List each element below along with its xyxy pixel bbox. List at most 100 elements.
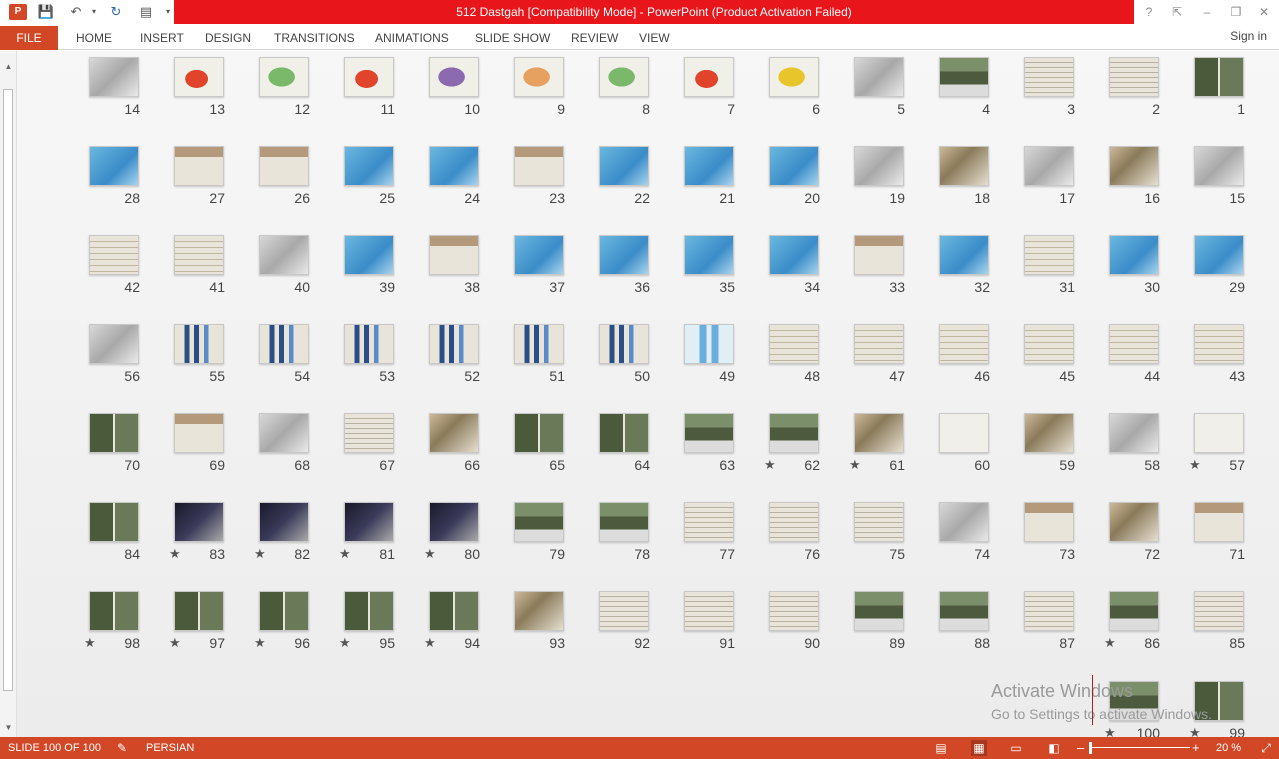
- slide-thumbnail[interactable]: 74: [939, 502, 990, 562]
- slide-thumbnail[interactable]: ★ 94: [424, 591, 480, 651]
- slide-thumbnail[interactable]: ★ 81: [339, 502, 395, 562]
- undo-icon[interactable]: ↶: [66, 3, 86, 21]
- slide-preview[interactable]: [684, 591, 734, 631]
- slide-preview[interactable]: [174, 591, 224, 631]
- slide-preview[interactable]: [854, 57, 904, 97]
- slide-preview[interactable]: [344, 502, 394, 542]
- slide-thumbnail[interactable]: 7: [684, 57, 735, 117]
- slide-preview[interactable]: [344, 591, 394, 631]
- slide-thumbnail[interactable]: 19: [854, 146, 905, 206]
- slide-preview[interactable]: [854, 413, 904, 453]
- slide-thumbnail[interactable]: 49: [684, 324, 735, 384]
- slide-thumbnail[interactable]: 30: [1109, 235, 1160, 295]
- slide-preview[interactable]: [1024, 324, 1074, 364]
- slide-thumbnail[interactable]: ★ 83: [169, 502, 225, 562]
- slide-preview[interactable]: [429, 413, 479, 453]
- slide-thumbnail[interactable]: 17: [1024, 146, 1075, 206]
- slide-preview[interactable]: [89, 235, 139, 275]
- slide-thumbnail[interactable]: 53: [344, 324, 395, 384]
- slide-thumbnail[interactable]: 93: [514, 591, 565, 651]
- fit-slide-icon[interactable]: ⤢: [1258, 740, 1274, 756]
- slide-thumbnail[interactable]: 39: [344, 235, 395, 295]
- animation-star-icon[interactable]: ★: [84, 635, 96, 651]
- slide-thumbnail[interactable]: 46: [939, 324, 990, 384]
- slide-preview[interactable]: [344, 57, 394, 97]
- slide-preview[interactable]: [854, 591, 904, 631]
- slide-preview[interactable]: [939, 324, 989, 364]
- animation-star-icon[interactable]: ★: [254, 546, 266, 562]
- slide-preview[interactable]: [259, 413, 309, 453]
- animation-star-icon[interactable]: ★: [424, 546, 436, 562]
- slide-preview[interactable]: [429, 324, 479, 364]
- slide-thumbnail[interactable]: 21: [684, 146, 735, 206]
- slide-thumbnail[interactable]: 54: [259, 324, 310, 384]
- slide-thumbnail[interactable]: 16: [1109, 146, 1160, 206]
- slide-thumbnail[interactable]: 66: [429, 413, 480, 473]
- slide-thumbnail[interactable]: 72: [1109, 502, 1160, 562]
- slide-thumbnail[interactable]: 36: [599, 235, 650, 295]
- slide-thumbnail[interactable]: 87: [1024, 591, 1075, 651]
- slide-thumbnail[interactable]: 28: [89, 146, 140, 206]
- tab-file[interactable]: FILE: [0, 26, 58, 50]
- slide-preview[interactable]: [684, 502, 734, 542]
- slide-preview[interactable]: [1194, 146, 1244, 186]
- slide-preview[interactable]: [599, 591, 649, 631]
- slide-preview[interactable]: [939, 57, 989, 97]
- zoom-slider-handle[interactable]: [1089, 742, 1092, 754]
- scroll-down-icon[interactable]: ▼: [3, 722, 14, 733]
- slide-preview[interactable]: [769, 235, 819, 275]
- slide-preview[interactable]: [1109, 591, 1159, 631]
- slide-thumbnail[interactable]: 73: [1024, 502, 1075, 562]
- slide-thumbnail[interactable]: 45: [1024, 324, 1075, 384]
- slide-preview[interactable]: [599, 324, 649, 364]
- slide-preview[interactable]: [429, 502, 479, 542]
- slide-preview[interactable]: [1024, 146, 1074, 186]
- close-icon[interactable]: ✕: [1254, 4, 1274, 20]
- slide-thumbnail[interactable]: 52: [429, 324, 480, 384]
- slide-thumbnail[interactable]: 14: [89, 57, 140, 117]
- slide-thumbnail[interactable]: 24: [429, 146, 480, 206]
- repeat-icon[interactable]: ↻: [106, 3, 126, 21]
- slide-thumbnail[interactable]: ★ 80: [424, 502, 480, 562]
- slide-thumbnail[interactable]: 35: [684, 235, 735, 295]
- slide-preview[interactable]: [1194, 324, 1244, 364]
- save-icon[interactable]: 💾: [36, 3, 56, 21]
- animation-star-icon[interactable]: ★: [1104, 725, 1116, 737]
- slide-preview[interactable]: [1024, 591, 1074, 631]
- slide-thumbnail[interactable]: 84: [89, 502, 140, 562]
- slide-preview[interactable]: [259, 324, 309, 364]
- slide-thumbnail[interactable]: 63: [684, 413, 735, 473]
- slide-thumbnail[interactable]: 34: [769, 235, 820, 295]
- slide-thumbnail[interactable]: 10: [429, 57, 480, 117]
- slide-preview[interactable]: [429, 57, 479, 97]
- slide-thumbnail[interactable]: 58: [1109, 413, 1160, 473]
- slide-preview[interactable]: [854, 235, 904, 275]
- slide-thumbnail[interactable]: ★ 61: [849, 413, 905, 473]
- language-indicator[interactable]: PERSIAN: [146, 737, 194, 759]
- zoom-out-button[interactable]: –: [1077, 737, 1084, 759]
- slide-thumbnail[interactable]: 90: [769, 591, 820, 651]
- slide-preview[interactable]: [1194, 57, 1244, 97]
- slide-thumbnail[interactable]: 40: [259, 235, 310, 295]
- slide-preview[interactable]: [259, 146, 309, 186]
- slide-preview[interactable]: [939, 146, 989, 186]
- slide-preview[interactable]: [344, 413, 394, 453]
- tab-review[interactable]: REVIEW: [571, 26, 618, 50]
- slide-preview[interactable]: [429, 146, 479, 186]
- animation-star-icon[interactable]: ★: [424, 635, 436, 651]
- slide-thumbnail[interactable]: 79: [514, 502, 565, 562]
- slide-thumbnail[interactable]: 89: [854, 591, 905, 651]
- slide-thumbnail[interactable]: 88: [939, 591, 990, 651]
- slide-preview[interactable]: [599, 57, 649, 97]
- slide-preview[interactable]: [174, 57, 224, 97]
- slide-thumbnail[interactable]: 55: [174, 324, 225, 384]
- slide-preview[interactable]: [514, 591, 564, 631]
- slide-preview[interactable]: [1109, 146, 1159, 186]
- help-icon[interactable]: ?: [1139, 4, 1159, 20]
- slide-thumbnail[interactable]: 92: [599, 591, 650, 651]
- slide-thumbnail[interactable]: 68: [259, 413, 310, 473]
- slide-thumbnail[interactable]: 41: [174, 235, 225, 295]
- slide-preview[interactable]: [684, 146, 734, 186]
- animation-star-icon[interactable]: ★: [764, 457, 776, 473]
- slide-preview[interactable]: [514, 324, 564, 364]
